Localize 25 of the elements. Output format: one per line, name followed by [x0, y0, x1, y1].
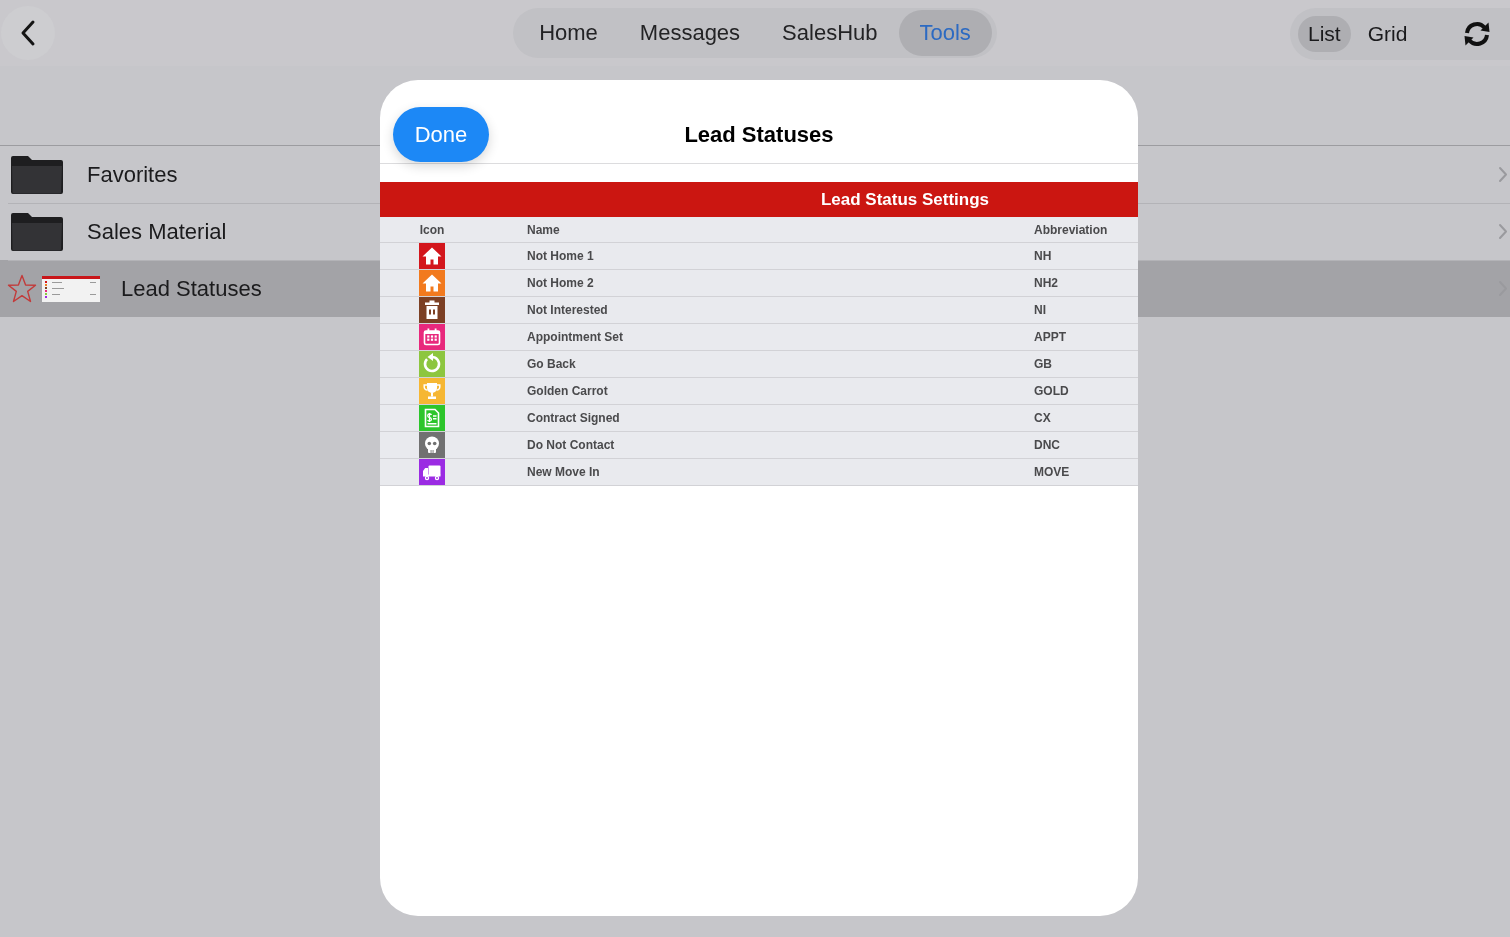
table-cell: Not Interested: [527, 303, 608, 317]
column-header: Abbreviation: [1034, 222, 1108, 237]
table-cell: GOLD: [1034, 384, 1069, 398]
table-cell: Golden Carrot: [527, 384, 608, 398]
table-cell: APPT: [1034, 330, 1066, 344]
table-cell: MOVE: [1034, 465, 1070, 479]
item-title: Favorites: [87, 161, 178, 188]
item-title: Sales Material: [87, 218, 227, 245]
table-cell: NI: [1034, 303, 1046, 317]
table-cell: Do Not Contact: [527, 438, 615, 452]
table-cell: Not Home 2: [527, 276, 594, 290]
table-cell: New Move In: [527, 465, 600, 479]
table-cell: CX: [1034, 411, 1051, 425]
column-header: Icon: [419, 222, 445, 237]
item-title: Lead Statuses: [121, 275, 262, 302]
table-cell: Contract Signed: [527, 411, 620, 425]
table-cell: Go Back: [527, 357, 576, 371]
modal-title: Lead Statuses: [684, 121, 834, 149]
column-header: Name: [527, 222, 560, 237]
table-cell: DNC: [1034, 438, 1060, 452]
table-cell: GB: [1034, 357, 1052, 371]
table-cell: Appointment Set: [527, 330, 623, 344]
table-cell: NH: [1034, 249, 1052, 263]
table-cell: Not Home 1: [527, 249, 594, 263]
table-cell: NH2: [1034, 276, 1058, 290]
